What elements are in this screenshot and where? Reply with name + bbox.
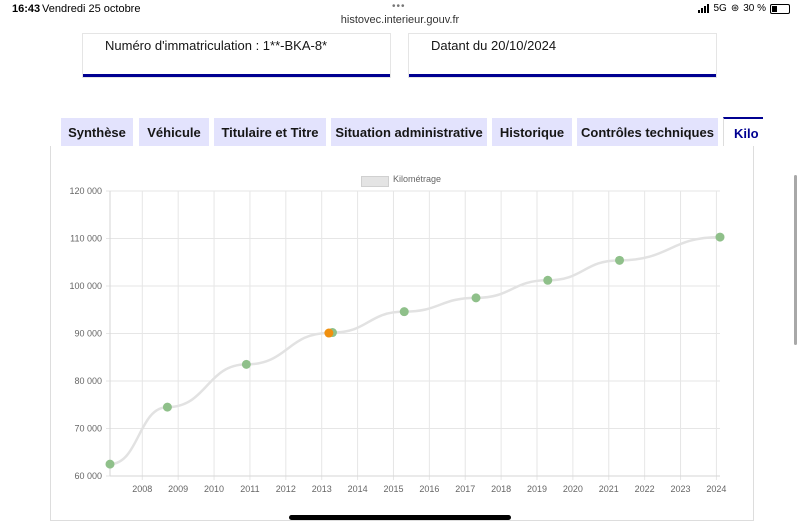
data-point-highlighted[interactable] — [324, 328, 334, 338]
legend-label[interactable]: Kilométrage — [393, 174, 441, 184]
mileage-chart: 60 000 70 000 80 000 90 000 100 000 110 000 12… — [69, 186, 726, 494]
y-tick-label: 100 000 — [69, 281, 102, 291]
x-tick-label: 2021 — [599, 484, 619, 494]
y-tick-label: 110 000 — [70, 234, 102, 244]
x-tick-label: 2017 — [455, 484, 475, 494]
chart-axes: 60 000 70 000 80 000 90 000 100 000 110 000 12… — [69, 186, 726, 494]
x-tick-label: 2023 — [671, 484, 691, 494]
x-tick-label: 2015 — [383, 484, 403, 494]
y-tick-label: 80 000 — [74, 376, 102, 386]
x-tick-label: 2020 — [563, 484, 583, 494]
y-tick-label: 60 000 — [74, 471, 102, 481]
x-tick-label: 2008 — [132, 484, 152, 494]
scrollbar[interactable] — [794, 175, 797, 345]
series-line-kilometrage — [109, 235, 721, 466]
chart-points[interactable] — [105, 232, 725, 469]
x-tick-label: 2019 — [527, 484, 547, 494]
x-tick-label: 2011 — [240, 484, 259, 494]
x-tick-label: 2014 — [348, 484, 368, 494]
data-point[interactable] — [399, 307, 409, 317]
y-tick-label: 90 000 — [74, 329, 102, 339]
data-point[interactable] — [105, 459, 115, 469]
data-point[interactable] — [543, 275, 553, 285]
x-tick-label: 2022 — [635, 484, 655, 494]
data-point[interactable] — [241, 359, 251, 369]
data-point[interactable] — [615, 255, 625, 265]
legend-swatch[interactable] — [361, 176, 389, 187]
y-tick-label: 70 000 — [74, 424, 102, 434]
x-tick-label: 2013 — [312, 484, 332, 494]
data-point[interactable] — [162, 402, 172, 412]
x-tick-label: 2016 — [419, 484, 439, 494]
x-tick-label: 2012 — [276, 484, 296, 494]
data-point[interactable] — [715, 232, 725, 242]
chart-grid — [106, 190, 720, 480]
x-tick-label: 2018 — [491, 484, 511, 494]
x-tick-label: 2010 — [204, 484, 224, 494]
x-tick-label: 2009 — [168, 484, 188, 494]
y-tick-label: 120 000 — [69, 186, 102, 196]
x-tick-label: 2024 — [706, 484, 726, 494]
data-point[interactable] — [471, 293, 481, 303]
chart-series — [109, 235, 721, 466]
home-indicator[interactable] — [289, 515, 511, 520]
